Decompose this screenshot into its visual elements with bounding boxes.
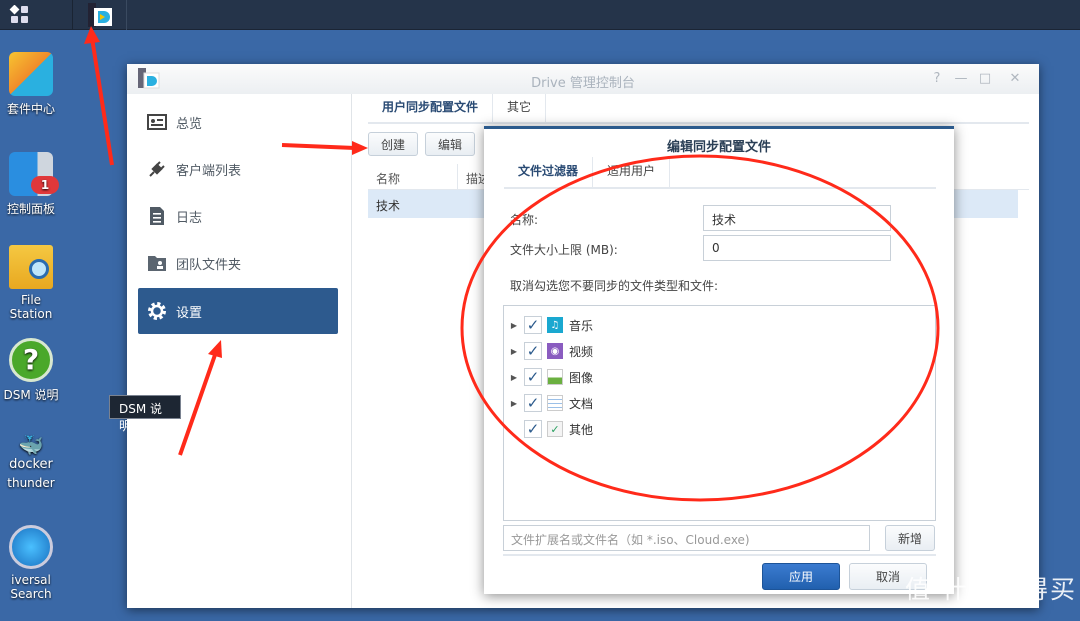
checkbox[interactable]: ✓ bbox=[524, 420, 542, 438]
desktop-icon-label: File Station bbox=[9, 293, 53, 321]
desktop-icon-label: iversal Search bbox=[10, 573, 52, 601]
size-limit-label: 文件大小上限 (MB): bbox=[510, 243, 618, 257]
docker-icon: 🐳 bbox=[18, 433, 44, 457]
notification-badge: 1 bbox=[31, 176, 59, 194]
maximize-button[interactable]: □ bbox=[977, 71, 993, 86]
sidebar: 总览 客户端列表 日志 团队文件夹 设置 bbox=[127, 94, 352, 608]
desktop-icon-label: DSM 说明 bbox=[3, 388, 59, 402]
sidebar-item-label: 客户端列表 bbox=[176, 163, 242, 179]
size-limit-input[interactable]: 0 bbox=[703, 235, 891, 261]
docker-logo-text: docker bbox=[9, 457, 53, 472]
sidebar-item-log[interactable]: 日志 bbox=[138, 193, 338, 239]
instruction-text: 取消勾选您不要同步的文件类型和文件: bbox=[510, 279, 719, 293]
package-center-icon bbox=[9, 52, 53, 96]
desktop-icon-file-station[interactable]: File Station bbox=[0, 245, 62, 321]
other-file-icon: ✓ bbox=[547, 421, 563, 437]
close-button[interactable]: ✕ bbox=[1007, 71, 1023, 86]
tree-item-document[interactable]: ▶ ✓ 文档 bbox=[504, 392, 593, 414]
document-icon bbox=[547, 395, 563, 411]
taskbar bbox=[0, 0, 1080, 30]
name-label: 名称: bbox=[510, 213, 539, 227]
sidebar-item-label: 总览 bbox=[176, 116, 203, 132]
help-icon: ? bbox=[9, 338, 53, 382]
image-icon bbox=[547, 369, 563, 385]
tab-other[interactable]: 其它 bbox=[493, 94, 547, 122]
video-icon: ◉ bbox=[547, 343, 563, 359]
sidebar-item-label: 日志 bbox=[176, 210, 203, 226]
music-icon: ♫ bbox=[547, 317, 563, 333]
file-type-tree: ▶ ✓ ♫ 音乐 ▶ ✓ ◉ 视频 ▶ ✓ 图像 ▶ ✓ 文档 ✓ ✓ 其他 bbox=[503, 305, 936, 521]
log-icon bbox=[146, 206, 168, 226]
window-title: Drive 管理控制台 bbox=[531, 76, 635, 91]
edit-sync-profile-dialog: 编辑同步配置文件 文件过滤器 适用用户 名称: 技术 文件大小上限 (MB): … bbox=[484, 126, 954, 594]
column-name[interactable]: 名称 bbox=[368, 164, 458, 189]
tab-applied-users[interactable]: 适用用户 bbox=[593, 157, 671, 187]
desktop-icon-control-panel[interactable]: 1 控制面板 bbox=[0, 152, 62, 217]
team-folder-icon bbox=[146, 253, 168, 273]
desktop-icon-package-center[interactable]: 套件中心 bbox=[0, 52, 62, 117]
minimize-button[interactable]: — bbox=[953, 71, 969, 86]
sidebar-item-settings[interactable]: 设置 bbox=[138, 288, 338, 334]
tree-item-other[interactable]: ✓ ✓ 其他 bbox=[504, 418, 593, 440]
expand-arrow-icon[interactable]: ▶ bbox=[504, 347, 524, 356]
expand-arrow-icon[interactable]: ▶ bbox=[504, 373, 524, 382]
row-name-cell: 技术 bbox=[376, 199, 401, 213]
plug-icon bbox=[146, 159, 168, 179]
help-button[interactable]: ? bbox=[929, 71, 945, 86]
dialog-title: 编辑同步配置文件 bbox=[666, 140, 771, 155]
window-titlebar[interactable]: Drive 管理控制台 ? — □ ✕ bbox=[127, 64, 1039, 94]
expand-arrow-icon[interactable]: ▶ bbox=[504, 399, 524, 408]
desktop-icon-label: thunder bbox=[7, 476, 55, 490]
main-menu-button[interactable] bbox=[0, 0, 40, 30]
watermark-logo: 值 什么值得买 bbox=[905, 575, 1077, 604]
universal-search-icon bbox=[9, 525, 53, 569]
tree-item-music[interactable]: ▶ ✓ ♫ 音乐 bbox=[504, 314, 593, 336]
desktop-icon-label: 套件中心 bbox=[6, 102, 55, 116]
edit-button[interactable]: 编辑 bbox=[425, 132, 475, 156]
tree-item-video[interactable]: ▶ ✓ ◉ 视频 bbox=[504, 340, 593, 362]
name-input[interactable]: 技术 bbox=[703, 205, 891, 231]
desktop-icon-universal-search[interactable]: iversal Search bbox=[0, 525, 62, 601]
create-button[interactable]: 创建 bbox=[368, 132, 418, 156]
sidebar-item-client-list[interactable]: 客户端列表 bbox=[138, 146, 338, 192]
sidebar-item-team-folder[interactable]: 团队文件夹 bbox=[138, 240, 338, 286]
desktop-icon-label: 控制面板 bbox=[6, 202, 55, 216]
sidebar-item-label: 团队文件夹 bbox=[176, 257, 242, 273]
taskbar-drive-app[interactable] bbox=[72, 0, 127, 30]
checkbox[interactable]: ✓ bbox=[524, 368, 542, 386]
tooltip: DSM 说明 bbox=[109, 395, 181, 433]
overview-icon bbox=[146, 112, 168, 132]
tree-item-label: 音乐 bbox=[569, 318, 594, 333]
desktop-icon-docker-thunder[interactable]: 🐳 docker thunder bbox=[0, 433, 62, 490]
extension-input[interactable]: 文件扩展名或文件名（如 *.iso、Cloud.exe) bbox=[503, 525, 870, 551]
drive-app-icon bbox=[87, 3, 112, 27]
annotation-arrow bbox=[90, 37, 114, 166]
tree-item-label: 文档 bbox=[569, 396, 594, 411]
checkbox[interactable]: ✓ bbox=[524, 316, 542, 334]
sidebar-item-label: 设置 bbox=[176, 305, 203, 321]
tab-file-filter[interactable]: 文件过滤器 bbox=[504, 157, 594, 187]
apply-button[interactable]: 应用 bbox=[762, 563, 840, 590]
tree-item-image[interactable]: ▶ ✓ 图像 bbox=[504, 366, 593, 388]
add-button[interactable]: 新增 bbox=[885, 525, 935, 551]
expand-arrow-icon[interactable]: ▶ bbox=[504, 321, 524, 330]
dialog-tabs: 文件过滤器 适用用户 bbox=[504, 157, 936, 189]
checkbox[interactable]: ✓ bbox=[524, 394, 542, 412]
checkbox[interactable]: ✓ bbox=[524, 342, 542, 360]
desktop-icon-dsm-help[interactable]: ? DSM 说明 bbox=[0, 338, 62, 403]
tab-user-sync-profiles[interactable]: 用户同步配置文件 bbox=[368, 94, 494, 122]
file-station-icon bbox=[9, 245, 53, 289]
gear-icon bbox=[146, 301, 168, 321]
tree-item-label: 视频 bbox=[569, 344, 594, 359]
tree-item-label: 图像 bbox=[569, 370, 594, 385]
grid-icon bbox=[9, 5, 28, 23]
sidebar-item-overview[interactable]: 总览 bbox=[138, 99, 338, 145]
control-panel-icon: 1 bbox=[9, 152, 59, 196]
main-tabs: 用户同步配置文件 其它 bbox=[368, 94, 1029, 124]
tree-item-label: 其他 bbox=[569, 422, 594, 437]
